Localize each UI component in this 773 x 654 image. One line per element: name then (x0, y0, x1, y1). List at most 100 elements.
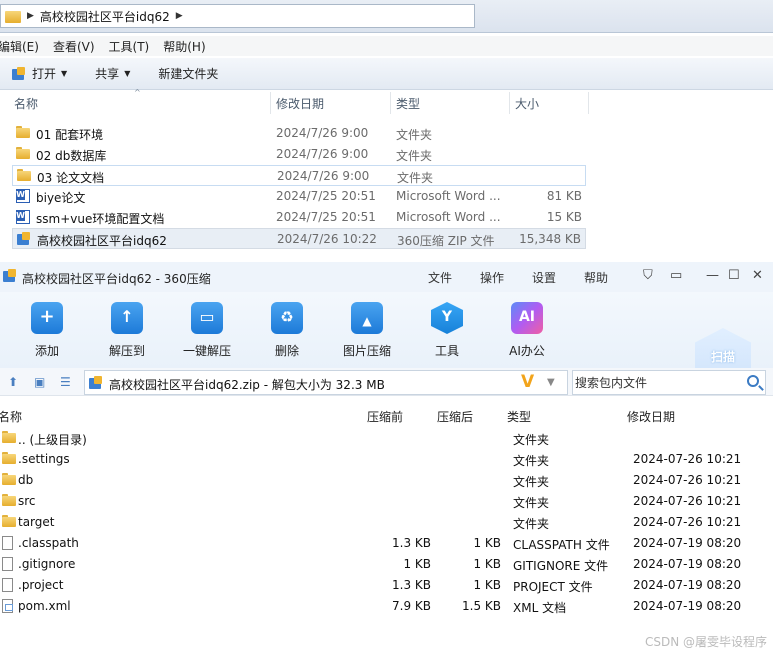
search-input[interactable] (575, 372, 735, 393)
image-compress-label: 图片压缩 (342, 344, 391, 358)
menu-settings[interactable]: 设置 (532, 269, 556, 286)
archive-row[interactable]: pom.xml 7.9 KB 1.5 KB XML 文档 2024-07-19 … (0, 596, 773, 617)
entry-name: .project (18, 578, 64, 592)
menu-view[interactable]: 查看(V) (53, 38, 95, 55)
file-row[interactable]: 02 db数据库 2024/7/26 9:00 文件夹 (12, 144, 586, 165)
list-view-icon[interactable]: ☰ (60, 375, 71, 389)
archive-row[interactable]: .project 1.3 KB 1 KB PROJECT 文件 2024-07-… (0, 575, 773, 596)
folder-icon (2, 452, 16, 464)
add-button[interactable]: 添加 (12, 302, 82, 359)
file-name: ssm+vue环境配置文档 (36, 212, 165, 226)
file-type: 360压缩 ZIP 文件 (397, 234, 495, 248)
chevron-right-icon[interactable]: ▶ (27, 11, 34, 21)
skin-icon[interactable]: ⛉ (643, 268, 653, 283)
open-label: 打开 (32, 67, 57, 81)
new-folder-button[interactable]: 新建文件夹 (158, 65, 218, 82)
image-compress-button[interactable]: 图片压缩 (332, 302, 402, 359)
one-click-extract-button[interactable]: 一键解压 (172, 302, 242, 359)
v-logo-icon[interactable]: V (521, 372, 534, 392)
path-box[interactable]: 高校校园社区平台idq62.zip - 解包大小为 32.3 MB V ▼ (84, 370, 568, 395)
details-view-icon[interactable]: ▣ (34, 375, 45, 389)
menu-tools[interactable]: 工具(T) (109, 38, 150, 55)
entry-date: 2024-07-26 10:21 (633, 452, 742, 466)
chevron-down-icon[interactable]: ▼ (547, 377, 555, 388)
folder-icon (2, 494, 16, 506)
entry-name: src (18, 494, 36, 508)
entry-date: 2024-07-19 08:20 (633, 599, 742, 613)
column-name[interactable]: 名称 (14, 95, 38, 112)
tools-button[interactable]: 工具 (412, 302, 482, 359)
column-type[interactable]: 类型 (396, 95, 420, 112)
entry-date: 2024-07-19 08:20 (633, 557, 742, 571)
chevron-right-icon[interactable]: ▶ (176, 11, 183, 21)
entry-date: 2024-07-26 10:21 (633, 515, 742, 529)
archive-row[interactable]: .gitignore 1 KB 1 KB GITIGNORE 文件 2024-0… (0, 554, 773, 575)
column-divider[interactable] (509, 92, 510, 114)
image-compress-icon (351, 302, 383, 334)
entry-name: .settings (18, 452, 70, 466)
folder-icon (16, 126, 30, 138)
column-type[interactable]: 类型 (507, 408, 531, 425)
column-date[interactable]: 修改日期 (627, 408, 675, 425)
up-arrow-icon[interactable]: ⬆ (8, 375, 18, 389)
minimize-icon[interactable]: — (706, 268, 719, 283)
entry-type: PROJECT 文件 (513, 580, 593, 594)
column-divider[interactable] (390, 92, 391, 114)
menu-help[interactable]: 帮助(H) (163, 38, 205, 55)
menu-file[interactable]: 文件 (428, 269, 452, 286)
archive-row[interactable]: src 文件夹 2024-07-26 10:21 (0, 491, 773, 512)
one-click-extract-label: 一键解压 (182, 344, 231, 358)
archive-row[interactable]: .settings 文件夹 2024-07-26 10:21 (0, 449, 773, 470)
zip-ribbon: 添加 解压到 一键解压 删除 图片压缩 工具 AI办公 扫描 (0, 292, 773, 386)
file-row[interactable]: 高校校园社区平台idq62 2024/7/26 10:22 360压缩 ZIP … (12, 228, 586, 249)
extract-to-button[interactable]: 解压到 (92, 302, 162, 359)
file-date: 2024/7/25 20:51 (276, 210, 376, 224)
maximize-icon[interactable]: ☐ (728, 268, 740, 283)
archive-row[interactable]: .classpath 1.3 KB 1 KB CLASSPATH 文件 2024… (0, 533, 773, 554)
folder-icon (2, 431, 16, 443)
archive-row[interactable]: db 文件夹 2024-07-26 10:21 (0, 470, 773, 491)
explorer-address-bar: ▶ 高校校园社区平台idq62 ▶ (0, 0, 773, 33)
ai-office-button[interactable]: AI办公 (492, 302, 562, 359)
file-date: 2024/7/26 9:00 (276, 147, 369, 161)
file-row[interactable]: ssm+vue环境配置文档 2024/7/25 20:51 Microsoft … (12, 207, 586, 228)
word-icon (16, 210, 30, 224)
menu-operate[interactable]: 操作 (480, 269, 504, 286)
file-type: 文件夹 (397, 171, 434, 185)
menu-edit[interactable]: 编辑(E) (0, 38, 39, 55)
file-row[interactable]: 01 配套环境 2024/7/26 9:00 文件夹 (12, 123, 586, 144)
column-divider[interactable] (270, 92, 271, 114)
word-icon (16, 189, 30, 203)
menu-help[interactable]: 帮助 (584, 269, 608, 286)
search-icon[interactable] (747, 375, 759, 387)
open-button[interactable]: 打开 ▼ (12, 65, 67, 82)
column-size-before[interactable]: 压缩前 (367, 408, 403, 425)
column-size[interactable]: 大小 (515, 95, 539, 112)
share-button[interactable]: 共享 ▼ (95, 65, 130, 82)
file-row[interactable]: biye论文 2024/7/25 20:51 Microsoft Word ..… (12, 186, 586, 207)
file-name: 高校校园社区平台idq62 (37, 234, 167, 248)
address-box[interactable]: ▶ 高校校园社区平台idq62 ▶ (0, 4, 475, 28)
entry-type: 文件夹 (513, 517, 550, 531)
feedback-icon[interactable]: ▭ (670, 268, 682, 283)
file-row[interactable]: 03 论文文档 2024/7/26 9:00 文件夹 (12, 165, 586, 186)
column-size-after[interactable]: 压缩后 (437, 408, 473, 425)
column-divider[interactable] (588, 92, 589, 114)
file-name: biye论文 (36, 191, 86, 205)
ai-office-label: AI办公 (509, 344, 545, 358)
column-date[interactable]: 修改日期 (276, 95, 324, 112)
tools-label: 工具 (434, 344, 459, 358)
column-name[interactable]: 名称 (0, 408, 22, 425)
breadcrumb-item[interactable]: 高校校园社区平台idq62 (40, 8, 170, 25)
archive-row[interactable]: .. (上级目录) 文件夹 (0, 428, 773, 449)
entry-date: 2024-07-19 08:20 (633, 578, 742, 592)
entry-type: 文件夹 (513, 475, 550, 489)
recycle-bin-icon (271, 302, 303, 334)
zip-window: 高校校园社区平台idq62 - 360压缩 文件 操作 设置 帮助 ⛉ ▭ — … (0, 262, 773, 654)
new-folder-label: 新建文件夹 (158, 67, 219, 81)
delete-button[interactable]: 删除 (252, 302, 322, 359)
explorer-column-header: 名称 ^ 修改日期 类型 大小 (0, 88, 773, 114)
entry-type: GITIGNORE 文件 (513, 559, 609, 573)
close-icon[interactable]: ✕ (752, 268, 763, 283)
archive-row[interactable]: target 文件夹 2024-07-26 10:21 (0, 512, 773, 533)
